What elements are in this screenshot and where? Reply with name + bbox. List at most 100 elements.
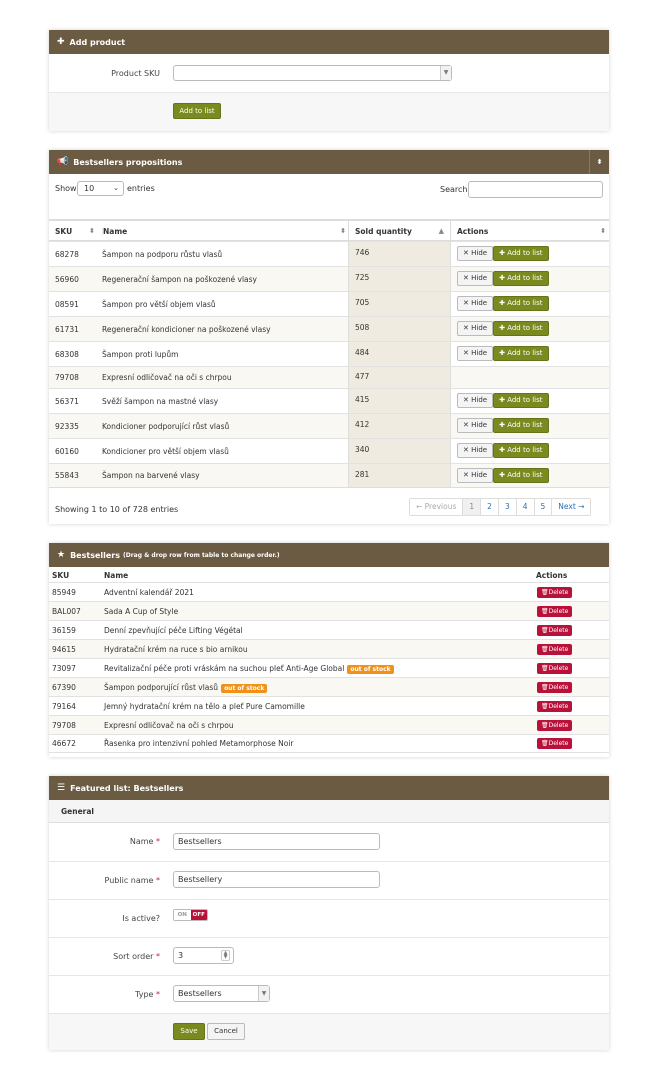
- showing-info: Showing 1 to 10 of 728 entries: [55, 505, 179, 514]
- name-label: Name *: [129, 837, 160, 846]
- bestsellers-title: Bestsellers: [70, 550, 120, 560]
- plus-icon: ✚: [499, 446, 505, 454]
- add-to-list-row-button[interactable]: ✚ Add to list: [493, 246, 549, 261]
- add-to-list-row-button[interactable]: ✚ Add to list: [493, 393, 549, 408]
- product-sku-select[interactable]: ▼: [173, 65, 452, 81]
- hide-button[interactable]: ✕ Hide: [457, 321, 494, 336]
- table-row[interactable]: 55843 Šampon na barvené vlasy 281 ✕ Hide…: [49, 463, 609, 488]
- table-row[interactable]: 73097 Revitalizační péče proti vráskám n…: [49, 658, 609, 677]
- row-actions: ✕ Hide ✚ Add to list: [450, 414, 549, 438]
- hide-button[interactable]: ✕ Hide: [457, 296, 494, 311]
- row-name: Regenerační kondicioner na poškozené vla…: [102, 324, 271, 334]
- type-select[interactable]: Bestsellers ▼: [173, 985, 270, 1002]
- row-qty-cell: 746: [348, 242, 450, 266]
- table-row[interactable]: 79708 Expresní odličovač na oči s chrpou…: [49, 366, 609, 388]
- row-name: Šampon proti lupům: [102, 349, 179, 359]
- stepper-arrows-icon[interactable]: ▲ ▼: [221, 950, 230, 961]
- table-row[interactable]: 79708 Expresní odličovač na oči s chrpou…: [49, 715, 609, 734]
- table-row[interactable]: 79164 Jemný hydratační krém na tělo a pl…: [49, 696, 609, 715]
- add-product-panel: ✚ Add product Product SKU ▼ Add to list: [49, 30, 609, 131]
- hide-button[interactable]: ✕ Hide: [457, 246, 494, 261]
- row-actions: ✕ Hide ✚ Add to list: [450, 292, 549, 316]
- table-row[interactable]: 94615 Hydratační krém na ruce s bio arni…: [49, 639, 609, 658]
- delete-button[interactable]: 🗑Delete: [537, 700, 573, 712]
- delete-button[interactable]: 🗑Delete: [537, 662, 573, 674]
- next-page-button[interactable]: Next →: [552, 499, 590, 515]
- plus-icon: ✚: [499, 274, 505, 282]
- delete-button[interactable]: 🗑Delete: [537, 643, 573, 655]
- row-qty-cell: 412: [348, 414, 450, 438]
- bestsellers-panel: ★ Bestsellers (Drag & drop row from tabl…: [49, 543, 609, 757]
- col-name[interactable]: Name ⬍: [102, 227, 346, 236]
- table-row[interactable]: 85949 Adventní kalendář 2021 🗑Delete: [49, 582, 609, 601]
- add-to-list-row-button[interactable]: ✚ Add to list: [493, 346, 549, 361]
- save-button[interactable]: Save: [173, 1023, 205, 1040]
- page-2-button[interactable]: 2: [481, 499, 499, 515]
- row-sku: 79164: [52, 701, 76, 711]
- table-row[interactable]: 68308 Šampon proti lupům 484 ✕ Hide ✚ Ad…: [49, 341, 609, 366]
- row-sku: 56960: [55, 274, 79, 284]
- add-to-list-row-button[interactable]: ✚ Add to list: [493, 271, 549, 286]
- add-to-list-row-button[interactable]: ✚ Add to list: [493, 418, 549, 433]
- table-row[interactable]: BAL007 Sada A Cup of Style 🗑Delete: [49, 601, 609, 620]
- table-row[interactable]: 60160 Kondicioner pro větší objem vlasů …: [49, 438, 609, 463]
- delete-button[interactable]: 🗑Delete: [537, 738, 573, 749]
- form-footer: [49, 1013, 609, 1050]
- row-actions: ✕ Hide ✚ Add to list: [450, 464, 549, 487]
- divider: [49, 975, 609, 976]
- row-sku: 85949: [52, 587, 76, 597]
- add-to-list-row-button[interactable]: ✚ Add to list: [493, 296, 549, 311]
- hide-button[interactable]: ✕ Hide: [457, 271, 494, 286]
- delete-button[interactable]: 🗑Delete: [537, 681, 573, 693]
- add-to-list-row-button[interactable]: ✚ Add to list: [493, 443, 549, 458]
- row-name: Jemný hydratační krém na tělo a pleť Pur…: [104, 701, 305, 711]
- add-to-list-row-button[interactable]: ✚ Add to list: [493, 321, 549, 336]
- page-length-select[interactable]: 10 ⌄: [77, 181, 124, 196]
- delete-button[interactable]: 🗑Delete: [537, 624, 573, 636]
- table-row[interactable]: 92335 Kondicioner podporující růst vlasů…: [49, 413, 609, 438]
- add-to-list-row-button[interactable]: ✚ Add to list: [493, 468, 549, 483]
- page-5-button[interactable]: 5: [535, 499, 553, 515]
- hide-button[interactable]: ✕ Hide: [457, 443, 494, 458]
- hide-button[interactable]: ✕ Hide: [457, 346, 494, 361]
- delete-button[interactable]: 🗑Delete: [537, 586, 573, 598]
- row-name: Adventní kalendář 2021: [104, 587, 194, 597]
- trash-icon: 🗑: [541, 740, 549, 747]
- featured-title: Featured list: Bestsellers: [70, 783, 184, 793]
- add-to-list-button[interactable]: Add to list: [173, 103, 221, 119]
- page-3-button[interactable]: 3: [499, 499, 517, 515]
- hide-button[interactable]: ✕ Hide: [457, 468, 494, 483]
- search-label: Search:: [440, 185, 471, 194]
- cancel-button[interactable]: Cancel: [207, 1023, 245, 1040]
- row-name: Řasenka pro intenzivní pohled Metamorpho…: [104, 739, 294, 748]
- row-sku: 60160: [55, 446, 79, 456]
- public-name-input[interactable]: Bestsellery: [173, 871, 380, 888]
- featured-list-panel: ☰ Featured list: Bestsellers General Nam…: [49, 776, 609, 1050]
- col-actions[interactable]: Actions ⬍: [450, 221, 609, 242]
- prev-page-button[interactable]: ← Previous: [410, 499, 464, 515]
- table-row[interactable]: 68278 Šampon na podporu růstu vlasů 746 …: [49, 241, 609, 266]
- table-row[interactable]: 36159 Denní zpevňující péče Lifting Végé…: [49, 620, 609, 639]
- table-row[interactable]: 56371 Svěží šampon na mastné vlasy 415 ✕…: [49, 388, 609, 413]
- page-4-button[interactable]: 4: [517, 499, 535, 515]
- col-sku[interactable]: SKU ⬍: [55, 227, 95, 236]
- name-input[interactable]: Bestsellers: [173, 833, 380, 850]
- hide-button[interactable]: ✕ Hide: [457, 393, 494, 408]
- delete-button[interactable]: 🗑Delete: [537, 719, 573, 731]
- delete-button[interactable]: 🗑Delete: [537, 605, 573, 617]
- col-sold-quantity[interactable]: Sold quantity ▲: [348, 221, 450, 242]
- is-active-toggle[interactable]: ON OFF: [173, 909, 208, 921]
- sort-order-stepper[interactable]: 3 ▲ ▼: [173, 947, 234, 964]
- type-label: Type *: [135, 990, 160, 999]
- page-1-button[interactable]: 1: [463, 499, 482, 515]
- hide-button[interactable]: ✕ Hide: [457, 418, 494, 433]
- table-row[interactable]: 46672 Řasenka pro intenzivní pohled Meta…: [49, 734, 609, 753]
- propositions-header: 📢 Bestsellers propositions ⬍: [49, 150, 609, 174]
- table-row[interactable]: 08591 Šampon pro větší objem vlasů 705 ✕…: [49, 291, 609, 316]
- collapse-toggle[interactable]: ⬍: [589, 150, 609, 174]
- table-row[interactable]: 67390 Šampon podporující růst vlasů out o…: [49, 677, 609, 696]
- row-actions: ✕ Hide ✚ Add to list: [450, 242, 549, 266]
- table-row[interactable]: 56960 Regenerační šampon na poškozené vl…: [49, 266, 609, 291]
- table-row[interactable]: 61731 Regenerační kondicioner na poškoze…: [49, 316, 609, 341]
- search-input[interactable]: [468, 181, 603, 198]
